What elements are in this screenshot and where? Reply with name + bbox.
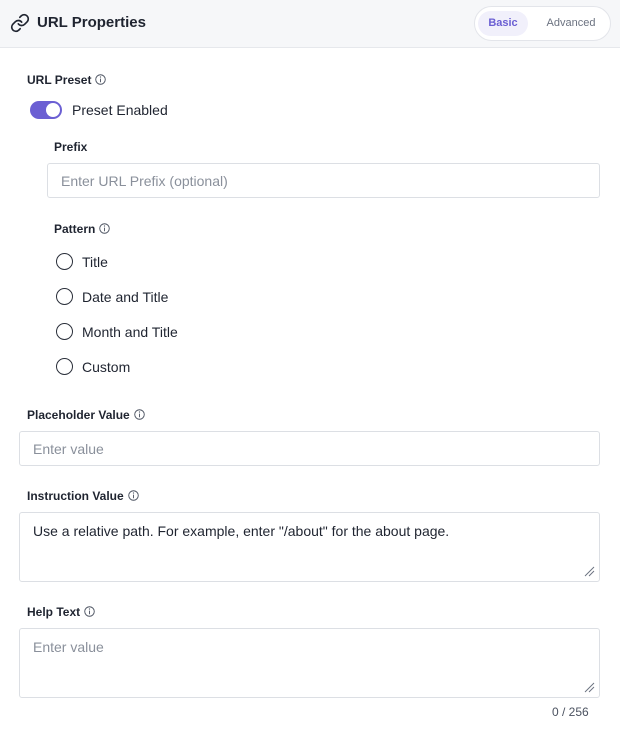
panel-header: URL Properties Basic Advanced <box>0 0 620 48</box>
pattern-radio-month-and-title[interactable] <box>56 323 73 340</box>
pattern-radio-custom[interactable] <box>56 358 73 375</box>
preset-enabled-label: Preset Enabled <box>72 102 168 118</box>
mode-switch: Basic Advanced <box>474 6 611 41</box>
pattern-radio-title[interactable] <box>56 253 73 270</box>
url-preset-label: URL Preset <box>27 73 92 87</box>
pattern-radio-date-and-title[interactable] <box>56 288 73 305</box>
prefix-input[interactable] <box>47 163 600 198</box>
tab-advanced[interactable]: Advanced <box>537 11 605 36</box>
character-counter: 0 / 256 <box>552 705 589 719</box>
preset-enabled-toggle[interactable] <box>30 101 62 119</box>
info-icon[interactable] <box>84 606 95 617</box>
pattern-option-label: Custom <box>82 359 131 375</box>
pattern-option-label: Date and Title <box>82 289 169 305</box>
instruction-value-textarea[interactable]: Use a relative path. For example, enter … <box>19 512 600 582</box>
placeholder-value-input[interactable] <box>19 431 600 466</box>
help-text-label: Help Text <box>27 605 81 619</box>
toggle-knob <box>46 103 60 117</box>
instruction-value-label: Instruction Value <box>27 489 124 503</box>
pattern-option-label: Title <box>82 254 108 270</box>
tab-basic[interactable]: Basic <box>478 11 528 36</box>
pattern-heading: Pattern <box>54 222 111 236</box>
panel-title: URL Properties <box>37 14 146 31</box>
link-icon <box>10 13 30 33</box>
info-icon[interactable] <box>99 223 111 234</box>
prefix-label: Prefix <box>54 140 88 154</box>
pattern-option-label: Month and Title <box>82 324 178 340</box>
url-preset-heading: URL Preset <box>27 73 107 87</box>
info-icon[interactable] <box>133 409 145 420</box>
resize-handle-icon[interactable] <box>584 566 595 577</box>
placeholder-value-label: Placeholder Value <box>27 408 130 422</box>
placeholder-value-heading: Placeholder Value <box>27 408 145 422</box>
pattern-label: Pattern <box>54 222 96 236</box>
help-text-textarea[interactable] <box>19 628 600 698</box>
instruction-value-heading: Instruction Value <box>27 489 139 503</box>
help-text-heading: Help Text <box>27 605 95 619</box>
info-icon[interactable] <box>95 74 107 85</box>
resize-handle-icon[interactable] <box>584 682 595 693</box>
info-icon[interactable] <box>127 490 139 501</box>
